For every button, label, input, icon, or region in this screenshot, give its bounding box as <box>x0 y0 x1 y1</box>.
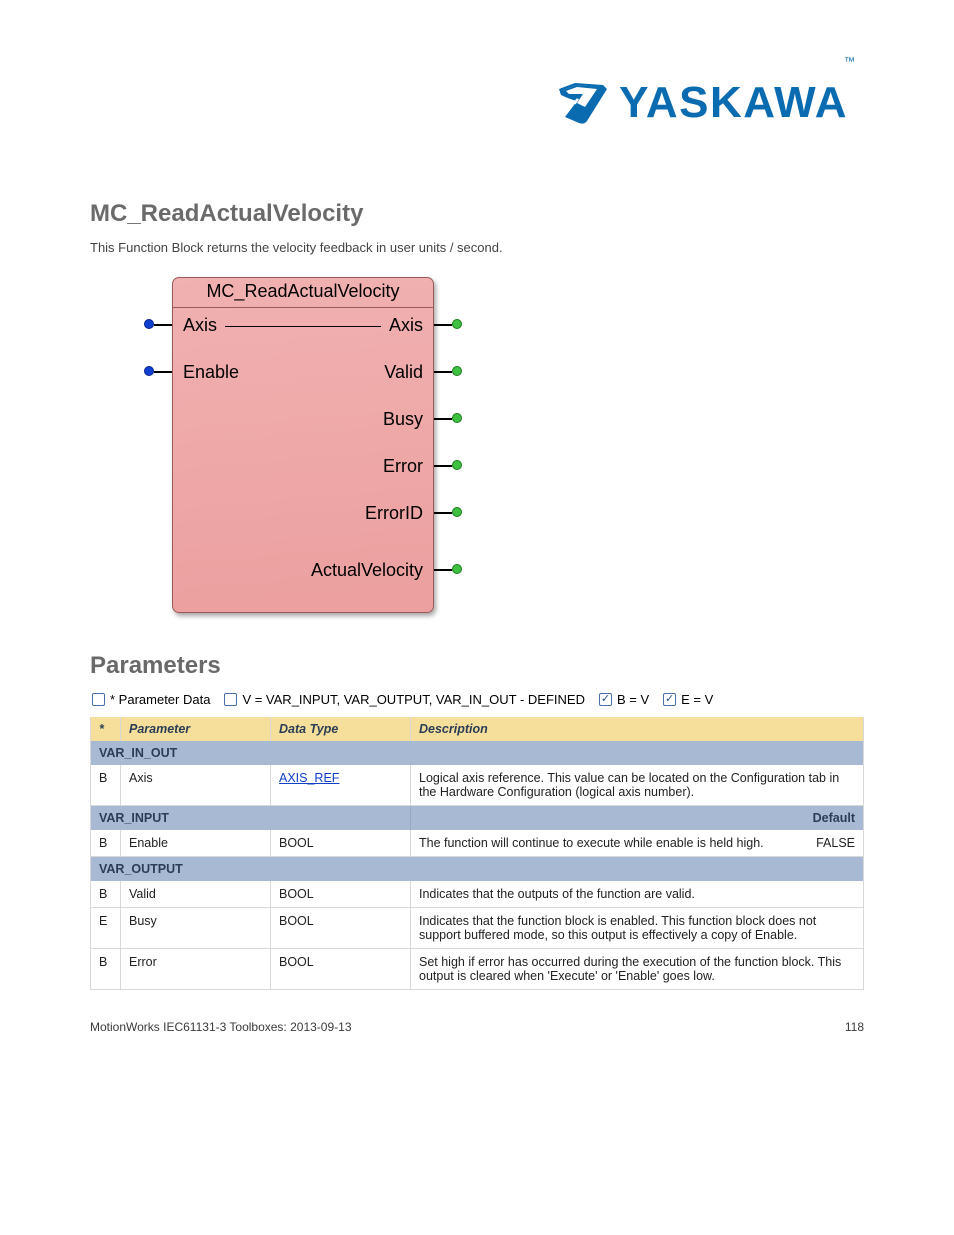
legend-e: E = V <box>681 692 713 707</box>
fb-output-actualvelocity: ActualVelocity <box>311 560 423 581</box>
pin-out-error <box>452 460 462 470</box>
trademark-icon: ™ <box>844 56 855 68</box>
table-row: B Axis AXIS_REF Logical axis reference. … <box>91 765 864 806</box>
legend-box-b: ✓ <box>599 693 612 706</box>
fb-input-axis: Axis <box>183 315 217 336</box>
page-description: This Function Block returns the velocity… <box>90 240 864 255</box>
axis-ref-link[interactable]: AXIS_REF <box>279 771 339 785</box>
legend-b: B = V <box>617 692 649 707</box>
function-block-diagram: MC_ReadActualVelocity Axis Enable Axis V… <box>130 277 440 622</box>
section-varout: VAR_OUTPUT <box>91 857 864 882</box>
footer-page-number: 118 <box>845 1020 864 1034</box>
section-varinout: VAR_IN_OUT <box>91 741 864 765</box>
legend-box-star <box>92 693 105 706</box>
fb-title: MC_ReadActualVelocity <box>173 281 433 302</box>
pin-out-busy <box>452 413 462 423</box>
fb-output-valid: Valid <box>384 362 423 383</box>
pin-in-axis <box>144 319 154 329</box>
fb-body: MC_ReadActualVelocity Axis Enable Axis V… <box>172 277 434 613</box>
page-footer: MotionWorks IEC61131-3 Toolboxes: 2013-0… <box>90 1020 864 1034</box>
legend-v: V = VAR_INPUT, VAR_OUTPUT, VAR_IN_OUT - … <box>242 692 585 707</box>
page-title: MC_ReadActualVelocity <box>90 200 864 228</box>
legend-box-v <box>224 693 237 706</box>
enable-default: FALSE <box>816 836 855 850</box>
fb-input-enable: Enable <box>183 362 239 383</box>
legend-box-e: ✓ <box>663 693 676 706</box>
table-row: B Enable BOOL The function will continue… <box>91 830 864 857</box>
pin-out-actualvelocity <box>452 564 462 574</box>
logo-text: YASKAWA <box>619 78 848 127</box>
footer-left: MotionWorks IEC61131-3 Toolboxes: 2013-0… <box>90 1020 352 1034</box>
fb-output-axis: Axis <box>389 315 423 336</box>
table-row: B Error BOOL Set high if error has occur… <box>91 949 864 990</box>
enable-desc: The function will continue to execute wh… <box>419 836 764 850</box>
section-varin: VAR_INPUT Default <box>91 806 864 831</box>
parameters-table: * Parameter Data Type Description VAR_IN… <box>90 717 864 990</box>
fb-output-busy: Busy <box>383 409 423 430</box>
fb-output-errorid: ErrorID <box>365 503 423 524</box>
fb-output-error: Error <box>383 456 423 477</box>
table-row: B Valid BOOL Indicates that the outputs … <box>91 881 864 908</box>
table-header: * Parameter Data Type Description <box>91 717 864 741</box>
parameters-heading: Parameters <box>90 652 864 680</box>
table-row: E Busy BOOL Indicates that the function … <box>91 908 864 949</box>
pin-in-enable <box>144 366 154 376</box>
pin-out-axis <box>452 319 462 329</box>
pin-out-errorid <box>452 507 462 517</box>
brand-logo: YASKAWA™ <box>557 78 859 128</box>
pin-out-valid <box>452 366 462 376</box>
logo-mark-icon <box>557 81 609 125</box>
legend-star: * Parameter Data <box>110 692 210 707</box>
legend: * Parameter Data V = VAR_INPUT, VAR_OUTP… <box>92 692 864 707</box>
